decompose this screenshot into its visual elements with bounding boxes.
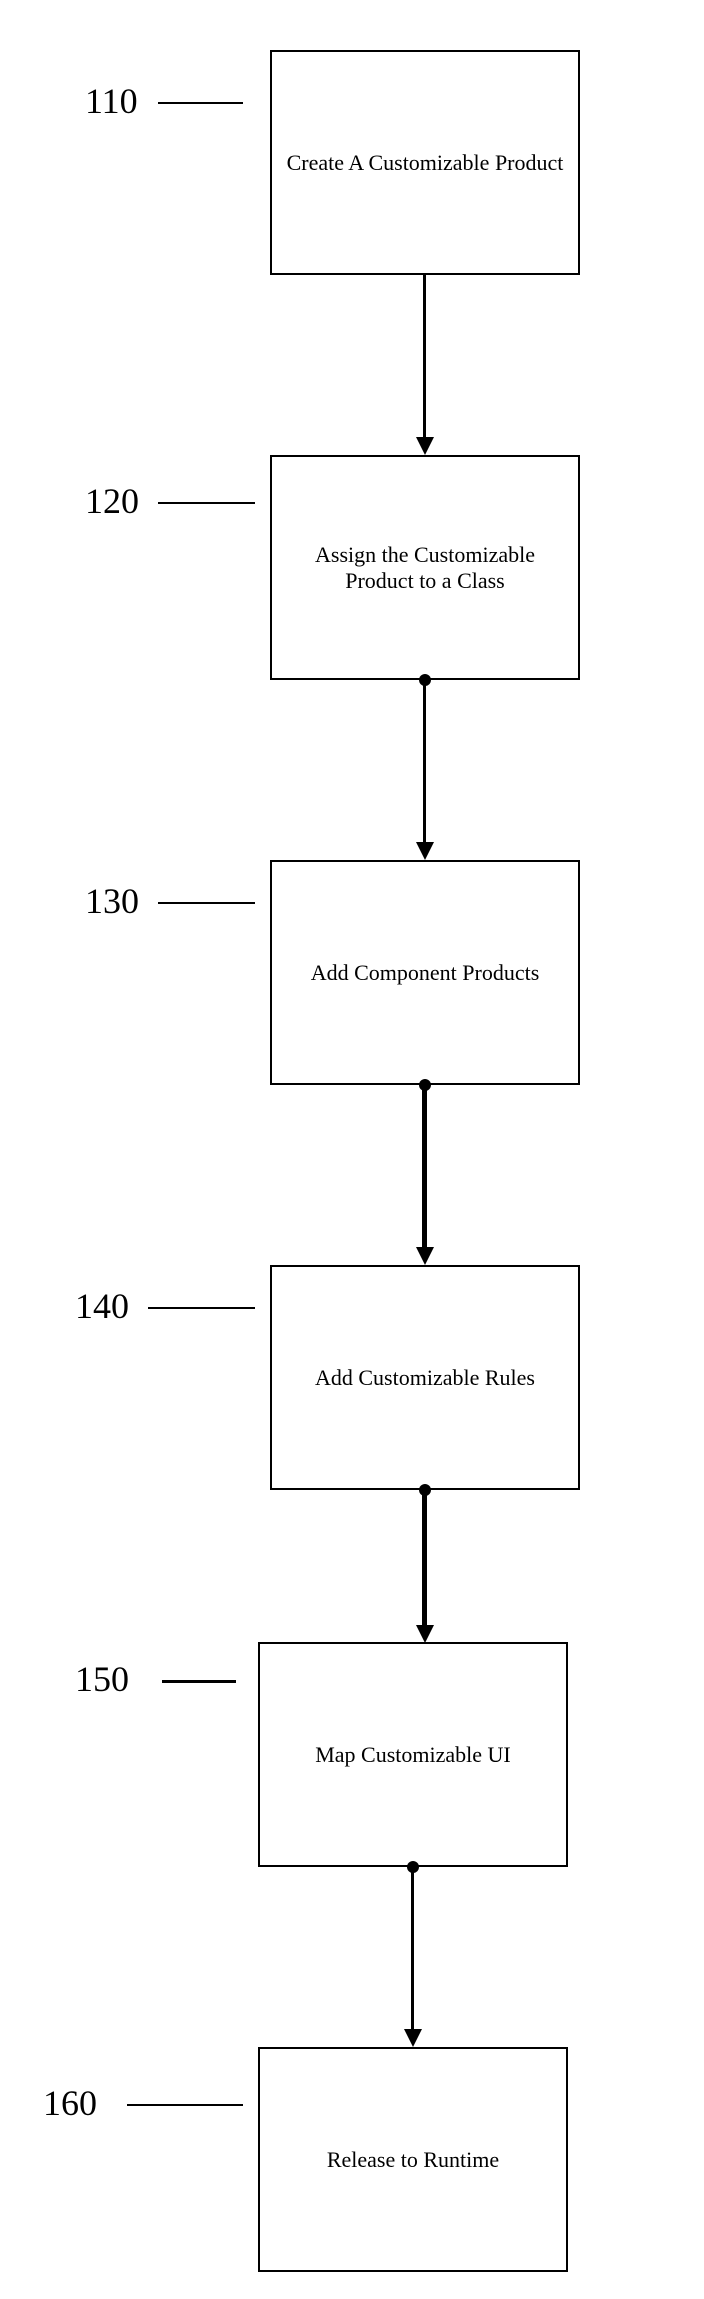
step-label-160: 160 (43, 2082, 97, 2124)
arrowhead-150-160 (404, 2029, 422, 2047)
box-text-150: Map Customizable UI (315, 1742, 511, 1768)
flowchart-box-140: Add Customizable Rules (270, 1265, 580, 1490)
step-label-150: 150 (75, 1658, 129, 1700)
arrowhead-140-150 (416, 1625, 434, 1643)
flowchart-box-130: Add Component Products (270, 860, 580, 1085)
label-connector-140 (148, 1307, 255, 1309)
step-label-120: 120 (85, 480, 139, 522)
label-connector-110 (158, 102, 243, 104)
arrowhead-110-120 (416, 437, 434, 455)
box-text-130: Add Component Products (311, 960, 540, 986)
arrow-150-160 (411, 1867, 414, 2029)
step-label-130: 130 (85, 880, 139, 922)
flowchart-box-160: Release to Runtime (258, 2047, 568, 2272)
arrow-120-130 (423, 680, 426, 842)
step-label-110: 110 (85, 80, 138, 122)
label-connector-160 (127, 2104, 243, 2106)
arrow-140-150 (422, 1490, 427, 1625)
flowchart-box-110: Create A Customizable Product (270, 50, 580, 275)
flowchart-box-150: Map Customizable UI (258, 1642, 568, 1867)
arrowhead-120-130 (416, 842, 434, 860)
label-connector-150 (162, 1680, 236, 1683)
arrow-110-120 (423, 275, 426, 437)
label-connector-120 (158, 502, 255, 504)
box-text-140: Add Customizable Rules (315, 1365, 535, 1391)
label-connector-130 (158, 902, 255, 904)
step-label-140: 140 (75, 1285, 129, 1327)
arrow-130-140 (422, 1085, 427, 1247)
box-text-120: Assign the Customizable Product to a Cla… (282, 542, 568, 594)
flowchart-box-120: Assign the Customizable Product to a Cla… (270, 455, 580, 680)
arrowhead-130-140 (416, 1247, 434, 1265)
box-text-160: Release to Runtime (327, 2147, 499, 2173)
box-text-110: Create A Customizable Product (287, 150, 564, 176)
